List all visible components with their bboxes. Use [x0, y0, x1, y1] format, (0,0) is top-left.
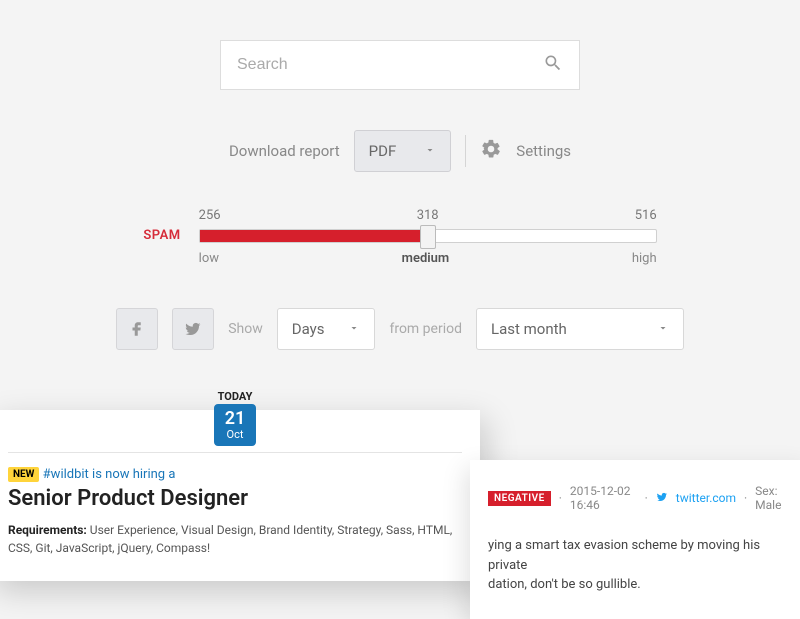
twitter-icon — [184, 320, 202, 338]
dot: · — [559, 491, 562, 505]
snippet-text: ying a smart tax evasion scheme by movin… — [488, 536, 792, 595]
facebook-button[interactable] — [116, 308, 158, 350]
twitter-icon — [656, 491, 668, 506]
mention-card: NEGATIVE · 2015-12-02 16:46 · twitter.co… — [470, 460, 800, 619]
search-input[interactable] — [237, 56, 543, 74]
show-label: Show — [228, 321, 263, 337]
search-icon — [543, 53, 563, 77]
facebook-icon — [128, 320, 146, 338]
new-badge: NEW — [8, 467, 39, 482]
requirements-text: Requirements: User Experience, Visual De… — [8, 521, 462, 557]
settings-label[interactable]: Settings — [516, 142, 571, 160]
date-month: Oct — [227, 429, 244, 441]
gear-icon[interactable] — [480, 138, 502, 164]
from-period-label: from period — [389, 321, 462, 337]
search-box[interactable] — [220, 40, 580, 90]
slider-label-low: low — [199, 251, 219, 266]
source-link[interactable]: twitter.com — [676, 491, 736, 505]
chevron-down-icon — [424, 142, 436, 160]
timestamp: 2015-12-02 16:46 — [570, 484, 637, 512]
hiring-line: NEW #wildbit is now hiring a — [8, 467, 462, 482]
slider-fill — [200, 230, 428, 242]
dot: · — [645, 491, 648, 505]
slider-track[interactable] — [199, 229, 657, 243]
slider-title: SPAM — [143, 228, 180, 243]
slider-handle[interactable] — [420, 225, 436, 249]
format-value: PDF — [369, 142, 397, 160]
slider-label-high: high — [632, 251, 657, 266]
format-select[interactable]: PDF — [354, 130, 452, 172]
requirements-label: Requirements: — [8, 523, 87, 537]
today-label: TODAY — [218, 390, 253, 403]
unit-select[interactable]: Days — [277, 308, 376, 350]
job-title: Senior Product Designer — [8, 486, 462, 511]
period-value: Last month — [491, 320, 567, 338]
date-day: 21 — [225, 409, 246, 429]
hashtag-link[interactable]: #wildbit — [43, 467, 89, 482]
period-select[interactable]: Last month — [476, 308, 684, 350]
chevron-down-icon — [348, 320, 360, 338]
slider-tick-mid: 318 — [417, 208, 439, 223]
dot: · — [744, 491, 747, 505]
slider-tick-min: 256 — [199, 208, 221, 223]
negative-badge: NEGATIVE — [488, 491, 551, 506]
hiring-text: is now hiring a — [89, 467, 176, 482]
unit-value: Days — [292, 320, 325, 338]
twitter-button[interactable] — [172, 308, 214, 350]
slider-tick-max: 516 — [635, 208, 657, 223]
download-report-label: Download report — [229, 142, 340, 160]
slider-label-medium: medium — [402, 251, 450, 266]
divider — [465, 135, 466, 167]
job-card: TODAY 21 Oct NEW #wildbit is now hiring … — [0, 410, 480, 581]
sex-label: Sex: Male — [755, 484, 792, 512]
chevron-down-icon — [657, 320, 669, 338]
date-pill: 21 Oct — [214, 404, 256, 446]
